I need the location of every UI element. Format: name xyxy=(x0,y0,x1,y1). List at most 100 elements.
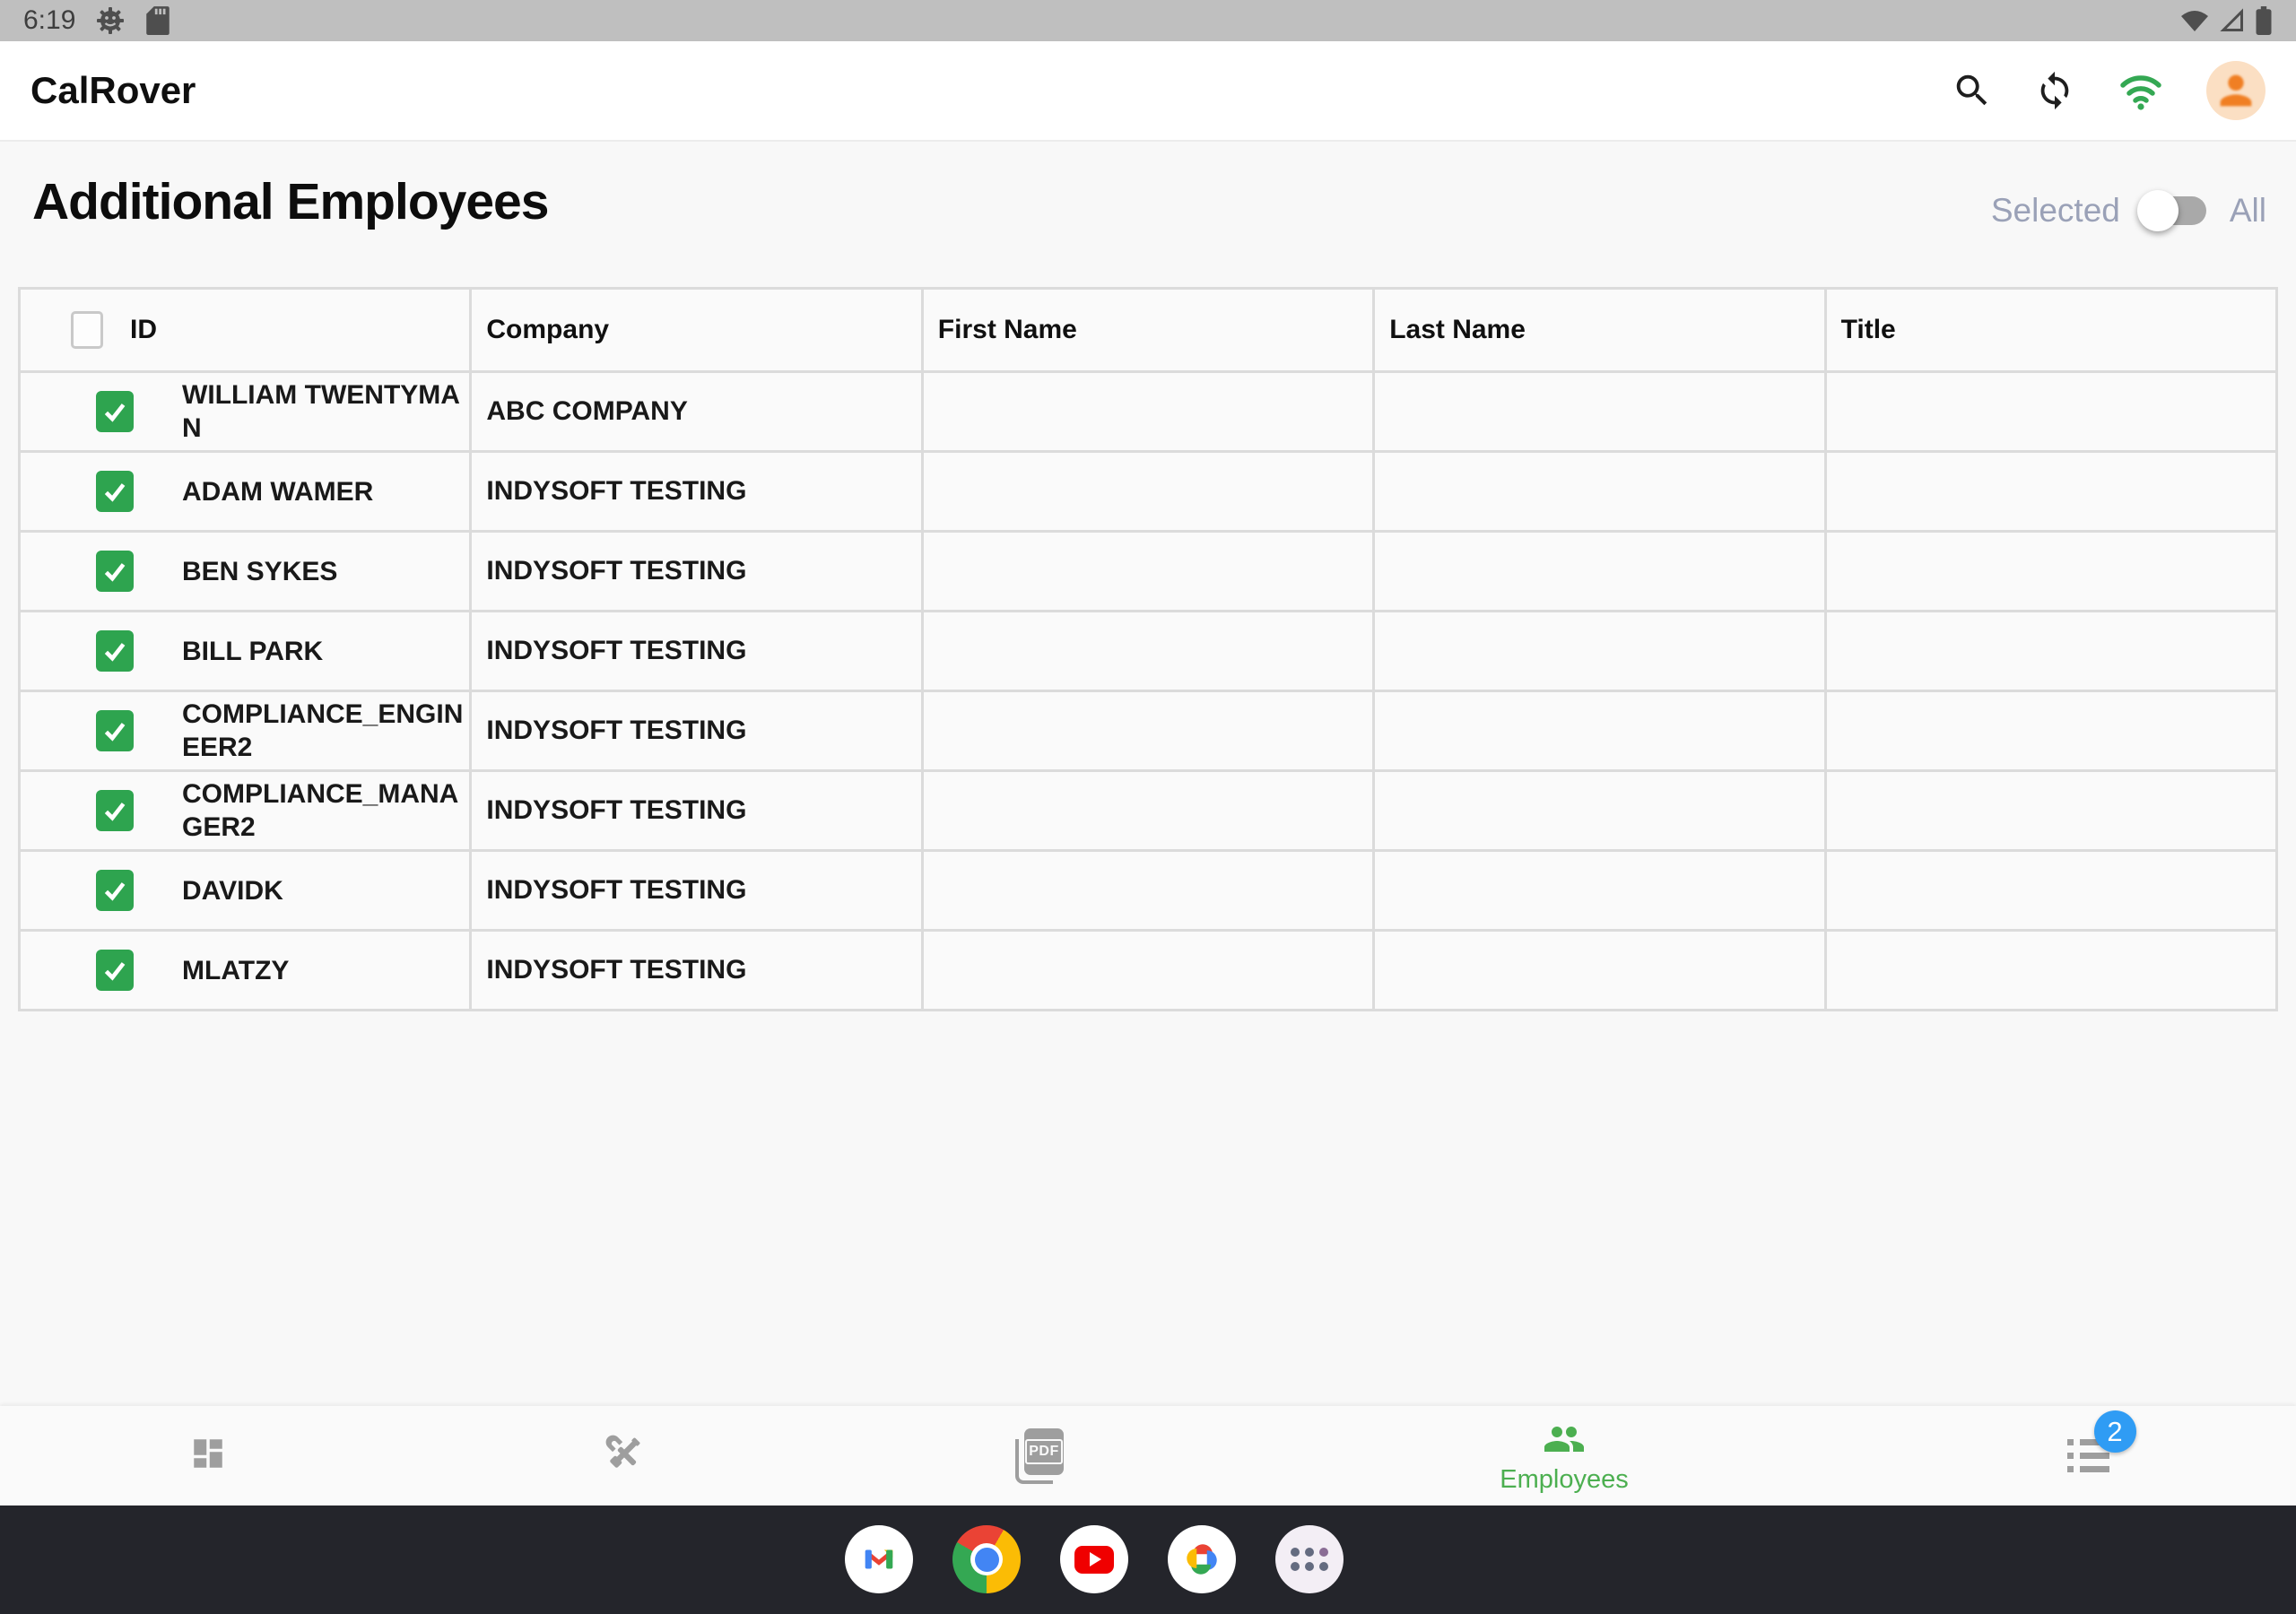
table-row-first-name-cell xyxy=(924,453,1372,530)
pdf-icon-text: PDF xyxy=(1025,1439,1063,1464)
table-row-id-cell: BILL PARK xyxy=(21,612,469,690)
table-row-id-cell: COMPLIANCE_ENGINEER2 xyxy=(21,692,469,769)
nav-label-employees: Employees xyxy=(1500,1465,1628,1495)
employee-company: INDYSOFT TESTING xyxy=(486,716,746,746)
employee-company: INDYSOFT TESTING xyxy=(486,875,746,906)
employee-company: INDYSOFT TESTING xyxy=(486,955,746,985)
table-header-company: Company xyxy=(472,290,920,370)
page-title: Additional Employees xyxy=(32,172,548,231)
table-row-id-cell: WILLIAM TWENTYMAN xyxy=(21,373,469,450)
column-header: Company xyxy=(486,315,609,345)
table-row-id-cell: ADAM WAMER xyxy=(21,453,469,530)
row-checkbox-checked[interactable] xyxy=(96,870,134,911)
wifi-status-icon[interactable] xyxy=(2117,70,2165,111)
gmail-app-icon[interactable] xyxy=(845,1525,913,1593)
table-row-title-cell xyxy=(1827,533,2275,610)
employee-id: WILLIAM TWENTYMAN xyxy=(182,378,469,445)
bottom-navigation: PDF Employees 2 xyxy=(0,1406,2296,1506)
status-time: 6:19 xyxy=(23,0,75,41)
app-drawer-icon[interactable] xyxy=(1275,1525,1344,1593)
table-row-last-name-cell xyxy=(1375,692,1823,769)
table-row-last-name-cell xyxy=(1375,612,1823,690)
sd-card-icon xyxy=(145,5,170,36)
table-row-company-cell: INDYSOFT TESTING xyxy=(472,852,920,929)
employees-icon xyxy=(1543,1418,1586,1458)
row-checkbox-checked[interactable] xyxy=(96,710,134,751)
selected-all-switch[interactable] xyxy=(2144,196,2206,225)
employee-company: INDYSOFT TESTING xyxy=(486,636,746,666)
wifi-icon xyxy=(2179,7,2210,34)
row-checkbox-checked[interactable] xyxy=(96,630,134,672)
row-checkbox-checked[interactable] xyxy=(96,790,134,831)
battery-icon xyxy=(2255,5,2273,36)
employee-id: BILL PARK xyxy=(182,635,323,668)
row-checkbox-checked[interactable] xyxy=(96,950,134,991)
row-checkbox-checked[interactable] xyxy=(96,551,134,592)
search-icon[interactable] xyxy=(1952,70,1993,111)
table-row-title-cell xyxy=(1827,453,2275,530)
employee-company: INDYSOFT TESTING xyxy=(486,556,746,586)
employee-id: ADAM WAMER xyxy=(182,475,373,508)
dock xyxy=(0,1506,2296,1614)
pdf-icon: PDF xyxy=(1015,1428,1065,1484)
table-row-title-cell xyxy=(1827,852,2275,929)
table-row-last-name-cell xyxy=(1375,453,1823,530)
selected-all-toggle-group: Selected All xyxy=(1991,192,2266,230)
nav-item-dashboard[interactable] xyxy=(0,1406,416,1506)
switch-thumb[interactable] xyxy=(2137,190,2179,231)
table-row-company-cell: INDYSOFT TESTING xyxy=(472,692,920,769)
select-all-checkbox[interactable] xyxy=(71,311,103,349)
toggle-left-label: Selected xyxy=(1991,192,2120,230)
row-checkbox-checked[interactable] xyxy=(96,391,134,432)
table-row-first-name-cell xyxy=(924,692,1372,769)
nav-item-employees[interactable]: Employees xyxy=(1248,1406,1880,1506)
table-row-company-cell: INDYSOFT TESTING xyxy=(472,453,920,530)
employee-id: BEN SYKES xyxy=(182,555,337,588)
table-row-company-cell: INDYSOFT TESTING xyxy=(472,772,920,849)
nav-item-pdf[interactable]: PDF xyxy=(832,1406,1248,1506)
google-photos-app-icon[interactable] xyxy=(1168,1525,1236,1593)
table-row-last-name-cell xyxy=(1375,373,1823,450)
android-setup-icon xyxy=(95,5,126,36)
table-row-id-cell: COMPLIANCE_MANAGER2 xyxy=(21,772,469,849)
status-bar: 6:19 xyxy=(0,0,2296,41)
account-avatar[interactable] xyxy=(2206,61,2266,120)
row-checkbox-checked[interactable] xyxy=(96,471,134,512)
employee-id: DAVIDK xyxy=(182,874,283,907)
table-header-title: Title xyxy=(1827,290,2275,370)
table-row-first-name-cell xyxy=(924,852,1372,929)
column-header: ID xyxy=(130,315,157,345)
table-row-title-cell xyxy=(1827,612,2275,690)
employees-table: ID Company First Name Last Name Title WI… xyxy=(18,287,2278,1011)
app-bar: CalRover xyxy=(0,41,2296,142)
cell-signal-icon xyxy=(2219,7,2246,34)
app-title: CalRover xyxy=(30,69,196,112)
column-header: Last Name xyxy=(1389,315,1526,345)
column-header: Title xyxy=(1841,315,1896,345)
employee-company: INDYSOFT TESTING xyxy=(486,795,746,826)
employee-id: COMPLIANCE_MANAGER2 xyxy=(182,777,469,844)
table-header-last-name: Last Name xyxy=(1375,290,1823,370)
table-row-id-cell: MLATZY xyxy=(21,932,469,1009)
employee-id: MLATZY xyxy=(182,954,289,987)
table-header-first-name: First Name xyxy=(924,290,1372,370)
table-row-company-cell: ABC COMPANY xyxy=(472,373,920,450)
nav-item-tools[interactable] xyxy=(416,1406,832,1506)
toggle-right-label: All xyxy=(2230,192,2266,230)
table-row-first-name-cell xyxy=(924,612,1372,690)
chrome-app-icon[interactable] xyxy=(952,1525,1021,1593)
table-row-title-cell xyxy=(1827,932,2275,1009)
youtube-app-icon[interactable] xyxy=(1060,1525,1128,1593)
table-row-title-cell xyxy=(1827,373,2275,450)
table-row-company-cell: INDYSOFT TESTING xyxy=(472,612,920,690)
table-row-last-name-cell xyxy=(1375,932,1823,1009)
nav-item-task-list[interactable]: 2 xyxy=(1880,1406,2296,1506)
tools-icon xyxy=(604,1433,645,1479)
android-screen: 6:19 xyxy=(0,0,2296,1614)
table-row-title-cell xyxy=(1827,692,2275,769)
column-header: First Name xyxy=(938,315,1077,345)
employee-id: COMPLIANCE_ENGINEER2 xyxy=(182,698,469,764)
table-row-first-name-cell xyxy=(924,533,1372,610)
sync-icon[interactable] xyxy=(2034,70,2075,111)
employee-company: INDYSOFT TESTING xyxy=(486,476,746,507)
